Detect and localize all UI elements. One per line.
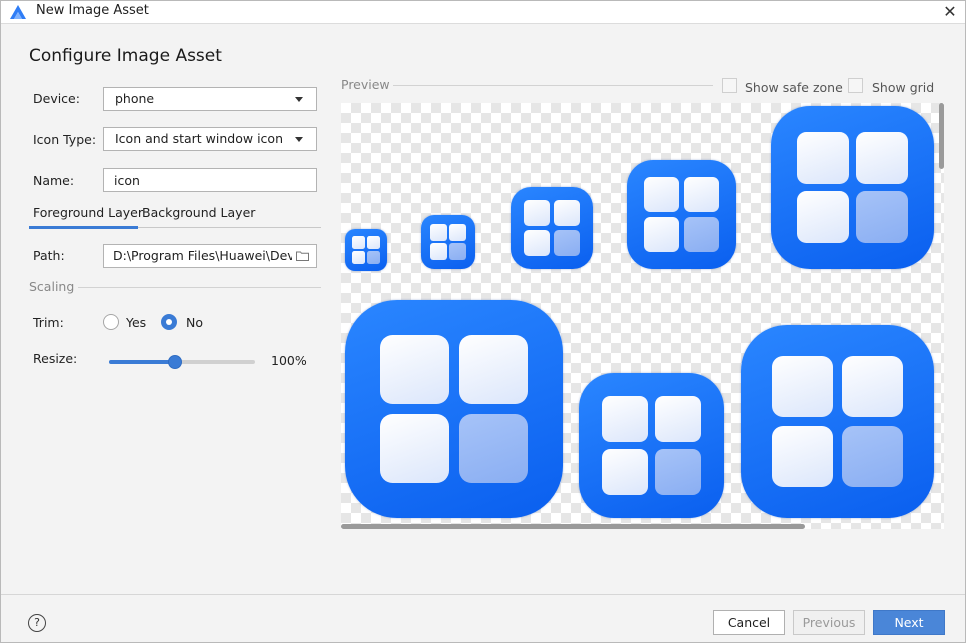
preview-icon-tile: [579, 373, 724, 518]
preview-icon-tile: [345, 300, 563, 518]
preview-icon-square: [771, 425, 834, 488]
preview-icon-square: [644, 216, 680, 252]
preview-icon-square: [379, 413, 450, 484]
preview-icon-square: [856, 132, 908, 184]
preview-icon-square: [553, 200, 580, 227]
scaling-divider: [78, 287, 321, 288]
icon-type-value: Icon and start window icon: [115, 131, 283, 146]
preview-icon-square: [771, 355, 834, 418]
trim-no-radio[interactable]: [161, 314, 177, 330]
preview-horizontal-scrollbar[interactable]: [341, 524, 805, 529]
resize-value: 100%: [271, 353, 307, 368]
trim-label: Trim:: [33, 315, 64, 330]
device-value: phone: [115, 91, 155, 106]
preview-icon-square: [351, 235, 366, 250]
active-tab-indicator: [29, 226, 138, 229]
preview-icon-square: [458, 334, 529, 405]
name-label: Name:: [33, 173, 75, 188]
footer-divider: [1, 594, 965, 595]
resize-slider-track[interactable]: [109, 360, 255, 364]
resize-slider-handle[interactable]: [168, 355, 182, 369]
preview-vertical-scrollbar[interactable]: [939, 103, 944, 169]
icon-type-select[interactable]: Icon and start window icon: [103, 127, 317, 151]
preview-icon-square: [602, 448, 649, 495]
chevron-down-icon: [295, 137, 303, 142]
resize-slider-fill: [109, 360, 175, 364]
preview-icon-square: [654, 396, 701, 443]
cancel-button[interactable]: Cancel: [713, 610, 785, 635]
help-icon[interactable]: ?: [28, 614, 46, 632]
show-safe-zone-checkbox[interactable]: [722, 78, 737, 93]
chevron-down-icon: [295, 97, 303, 102]
icon-type-label: Icon Type:: [33, 132, 97, 147]
folder-icon[interactable]: [296, 251, 309, 261]
preview-icon-square: [683, 216, 719, 252]
show-grid-label: Show grid: [872, 80, 935, 95]
preview-icon-square: [429, 223, 447, 241]
previous-button[interactable]: Previous: [793, 610, 865, 635]
new-image-asset-dialog: New Image Asset ✕ Configure Image Asset …: [0, 0, 966, 643]
layer-tabs: Foreground Layer Background Layer: [29, 200, 321, 229]
preview-icon-square: [841, 355, 904, 418]
device-select[interactable]: phone: [103, 87, 317, 111]
preview-icon-tile: [345, 229, 387, 271]
path-label: Path:: [33, 248, 65, 263]
preview-icon-tile: [741, 325, 934, 518]
device-label: Device:: [33, 91, 80, 106]
path-value: D:\Program Files\Huawei\DevEco: [113, 248, 292, 263]
preview-icon-square: [524, 200, 551, 227]
preview-icon-square: [856, 191, 908, 243]
scaling-section-label: Scaling: [29, 279, 75, 294]
preview-icon-square: [654, 448, 701, 495]
preview-icon-square: [379, 334, 450, 405]
title-bar: New Image Asset ✕: [1, 1, 965, 24]
preview-icon-square: [429, 243, 447, 261]
trim-yes-radio[interactable]: [103, 314, 119, 330]
tab-background-layer[interactable]: Background Layer: [142, 205, 255, 220]
page-title: Configure Image Asset: [29, 46, 222, 66]
show-safe-zone-label: Show safe zone: [745, 80, 843, 95]
trim-no-label: No: [186, 315, 203, 330]
close-icon[interactable]: ✕: [941, 2, 959, 22]
preview-icon-square: [366, 235, 381, 250]
preview-icon-tile: [771, 106, 934, 269]
preview-icon-square: [449, 223, 467, 241]
preview-icon-square: [366, 250, 381, 265]
preview-icon-tile: [421, 215, 475, 269]
preview-icon-square: [841, 425, 904, 488]
app-logo-icon: [10, 5, 26, 19]
preview-icon-square: [553, 229, 580, 256]
trim-yes-label: Yes: [126, 315, 147, 330]
name-input[interactable]: [103, 168, 317, 192]
preview-icon-tile: [511, 187, 593, 269]
preview-icon-square: [524, 229, 551, 256]
preview-icon-square: [644, 177, 680, 213]
resize-label: Resize:: [33, 351, 78, 366]
show-grid-checkbox[interactable]: [848, 78, 863, 93]
preview-icon-square: [449, 243, 467, 261]
preview-label: Preview: [341, 77, 390, 92]
preview-divider: [393, 85, 713, 86]
icon-preview-area: [341, 103, 944, 529]
preview-icon-square: [351, 250, 366, 265]
preview-icon-square: [683, 177, 719, 213]
preview-icon-square: [797, 132, 849, 184]
path-input[interactable]: D:\Program Files\Huawei\DevEco: [103, 244, 317, 268]
preview-icon-tile: [627, 160, 736, 269]
tab-foreground-layer[interactable]: Foreground Layer: [33, 205, 143, 220]
preview-icon-square: [602, 396, 649, 443]
next-button[interactable]: Next: [873, 610, 945, 635]
preview-icon-square: [458, 413, 529, 484]
preview-icon-square: [797, 191, 849, 243]
window-title: New Image Asset: [36, 3, 149, 18]
